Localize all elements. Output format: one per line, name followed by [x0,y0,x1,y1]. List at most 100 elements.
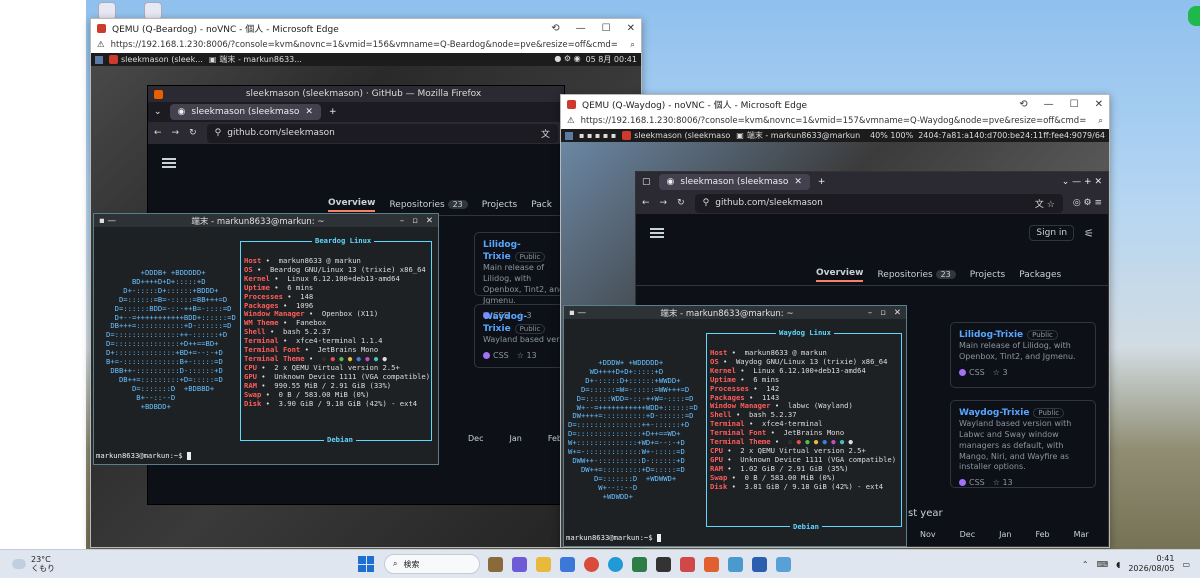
minimize-button[interactable]: — [576,23,586,34]
store-icon[interactable] [560,556,575,572]
minimize-button[interactable]: — [1044,99,1054,110]
app-icon[interactable] [632,556,647,572]
taskbar-clock[interactable]: 0:41 2026/08/05 [1128,554,1174,574]
terminal-output[interactable]: +DDDB+ +BDDDDD+ BD++++D+D+:::::+D D+-:::… [94,227,438,464]
forward-icon[interactable]: → [660,198,668,208]
close-button[interactable]: ✕ [894,308,901,318]
terminal-output[interactable]: +DDDW+ +WDDDDD+ WD++++D+D+:::::+D D+-:::… [564,319,906,546]
hamburger-icon[interactable] [162,158,176,168]
url-bar[interactable]: ⚲ github.com/sleekmason 文 ☆ [694,193,1063,213]
task-view-icon[interactable] [488,556,503,572]
terminal-window-beardog[interactable]: ▪ — 端末 - markun8633@markun: ~ – ▫ ✕ +DDDB+… [93,213,439,465]
weather-widget[interactable]: 23°C くもり [0,555,300,573]
notepad-icon[interactable] [776,556,791,572]
edge-icon[interactable] [608,556,623,572]
volume-icon[interactable]: ◖ [1116,560,1120,569]
address-bar[interactable]: ⚠ https://192.168.1.230:8006/?console=kv… [561,113,1109,129]
repo-card-lilidog[interactable]: Lilidog-Trixie Public Main release of Lil… [950,322,1096,388]
browser-tab[interactable]: ◉ sleekmason (sleekmaso ✕ [169,104,321,120]
app-icon[interactable] [728,556,743,572]
side-widget-icon[interactable] [1188,6,1200,26]
start-button[interactable] [358,556,374,572]
menu-icon[interactable] [95,55,103,64]
terminal-menu-icon[interactable]: ▪ — [569,308,586,318]
panel-task[interactable]: ▣ 端末 - markun8633@markun [736,130,860,141]
search-box[interactable]: ⌕ 検索 [384,554,480,574]
terminal-title-bar[interactable]: ▪ — 端末 - markun8633@markun: ~ – ▫ ✕ [564,306,906,319]
url-text[interactable]: https://192.168.1.230:8006/?console=kvm&… [581,116,1093,126]
forward-icon[interactable]: → [172,128,180,138]
panel-task[interactable]: sleekmason (sleek... [109,55,203,64]
tab-repositories[interactable]: Repositories 23 [389,199,468,210]
url-bar[interactable]: ⚲ github.com/sleekmason 文 [206,123,558,143]
edge-title-bar[interactable]: QEMU (Q-Waydog) - noVNC - 個人 - Microsoft… [561,95,1109,113]
zoom-icon[interactable]: ⌕ [1098,116,1103,126]
app-icon[interactable] [656,556,671,572]
reload-icon[interactable]: ↻ [677,198,685,208]
shell-prompt[interactable]: markun8633@markun:~$ [566,533,661,543]
tab-projects[interactable]: Projects [970,270,1005,280]
shell-prompt[interactable]: markun8633@markun:~$ [96,451,191,461]
tab-list-icon[interactable]: ▢ [642,177,651,187]
maximize-button[interactable]: ☐ [602,23,611,34]
edge-window-waydog[interactable]: QEMU (Q-Waydog) - noVNC - 個人 - Microsoft… [560,94,1110,548]
repo-card-waydog[interactable]: Waydog-TrixiePublic Wayland based versio… [474,304,564,368]
tab-overview[interactable]: Overview [328,198,376,212]
reload-icon[interactable]: ↻ [189,128,197,138]
translate-icon[interactable]: 文 [541,127,550,140]
panel-task[interactable]: ▣ 端末 - markun8633... [209,54,302,65]
translate-icon[interactable]: 文 ☆ [1035,197,1055,210]
app-icon[interactable] [752,556,767,572]
terminal-window-waydog[interactable]: ▪ — 端末 - markun8633@markun: ~ – ▫ ✕ +DDDW+… [563,305,907,547]
tab-projects[interactable]: Projects [482,200,517,210]
tab-repositories[interactable]: Repositories 23 [877,269,956,280]
maximize-button[interactable]: ☐ [1070,99,1079,110]
tab-list-icon[interactable]: ⌄ [154,107,162,117]
new-tab-icon[interactable]: + [329,107,337,117]
copilot-icon[interactable] [512,556,527,572]
terminal-title-bar[interactable]: ▪ — 端末 - markun8633@markun: ~ – ▫ ✕ [94,214,438,227]
app-icon[interactable] [680,556,695,572]
app-icon[interactable] [704,556,719,572]
new-tab-icon[interactable]: + [818,177,826,187]
tab-close-icon[interactable]: ✕ [305,107,313,117]
minimize-button[interactable]: – [868,308,872,318]
edge-title-bar[interactable]: QEMU (Q-Beardog) - noVNC - 個人 - Microsof… [91,19,641,37]
firefox-title-bar[interactable]: sleekmason (sleekmason) · GitHub — Mozil… [148,86,564,102]
signin-button[interactable]: Sign in [1029,225,1075,241]
zoom-icon[interactable]: ⌕ [630,40,635,50]
back-icon[interactable]: ← [154,128,162,138]
repo-card-lilidog[interactable]: Lilidog-Trixie Public Main release of Lil… [474,232,564,320]
close-button[interactable]: ✕ [426,216,433,226]
account-icon[interactable]: ◎ ⚙ ≡ [1073,198,1102,208]
terminal-menu-icon[interactable]: ▪ — [99,216,116,226]
minimize-button[interactable]: – [400,216,404,226]
address-bar[interactable]: ⚠ https://192.168.1.230:8006/?console=kv… [91,37,641,53]
browser-tab[interactable]: ◉ sleekmason (sleekmaso ✕ [658,174,810,190]
tab-close-icon[interactable]: ✕ [794,177,802,187]
menu-icon[interactable] [565,131,573,140]
explorer-icon[interactable] [536,556,551,572]
close-button[interactable]: ✕ [1095,99,1103,110]
close-button[interactable]: ✕ [627,23,635,34]
tab-overview[interactable]: Overview [816,268,864,282]
notification-icon[interactable]: ▭ [1182,560,1190,569]
tab-packages[interactable]: Packages [1019,270,1061,280]
workspace-icons[interactable]: ▪ ▪ ▪ ▪ ▪ [579,131,616,140]
repo-card-waydog[interactable]: Waydog-TrixiePublic Wayland based versio… [950,400,1096,488]
read-aloud-icon[interactable]: ⟲ [1019,99,1027,110]
novnc-viewport[interactable]: sleekmason (sleek... ▣ 端末 - markun8633...… [91,53,641,547]
novnc-viewport[interactable]: ▪ ▪ ▪ ▪ ▪ sleekmason (sleekmaso ▣ 端末 - ma… [561,129,1109,547]
chrome-icon[interactable] [584,556,599,572]
settings-icon[interactable]: ⚟ [1084,227,1094,240]
window-controls[interactable]: ⌄ — + ✕ [1062,177,1102,187]
read-aloud-icon[interactable]: ⟲ [551,23,559,34]
chevron-up-icon[interactable]: ⌃ [1082,560,1089,569]
tab-packages[interactable]: Pack [531,200,552,210]
network-icon[interactable]: ⌨ [1097,560,1109,569]
url-text[interactable]: https://192.168.1.230:8006/?console=kvm&… [111,40,625,50]
maximize-button[interactable]: ▫ [880,308,886,318]
back-icon[interactable]: ← [642,198,650,208]
panel-task[interactable]: sleekmason (sleekmaso [622,131,730,140]
maximize-button[interactable]: ▫ [412,216,418,226]
